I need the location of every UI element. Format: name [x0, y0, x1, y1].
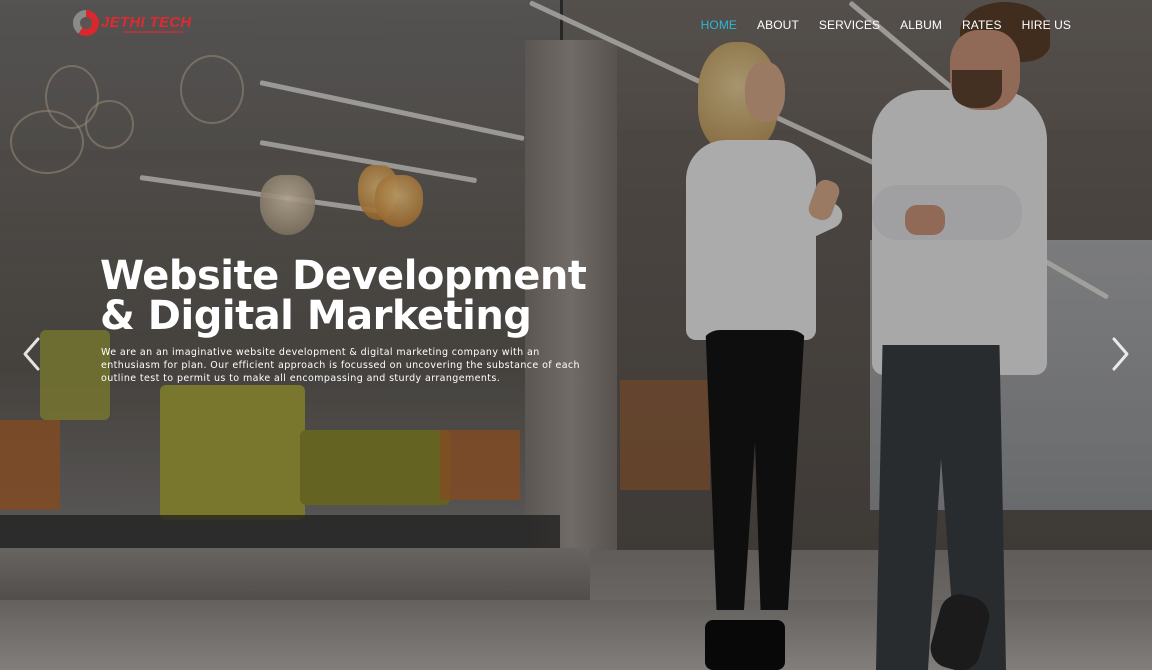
carousel-prev-button[interactable]: [20, 336, 44, 372]
brand-name: JETHI TECH: [101, 14, 192, 31]
logo-tagline-bar: [123, 31, 183, 33]
hero-title-line1: Website Development: [100, 253, 587, 299]
chevron-right-icon: [1112, 337, 1129, 371]
hero-description: We are an an imaginative website develop…: [101, 347, 580, 384]
hero-title: Website Development & Digital Marketing: [100, 256, 620, 336]
nav-item-home[interactable]: HOME: [701, 18, 737, 32]
brand-logo[interactable]: JETHI TECH: [73, 10, 193, 40]
nav-item-services[interactable]: SERVICES: [819, 18, 880, 32]
nav-item-rates[interactable]: RATES: [962, 18, 1002, 32]
hero-slider: JETHI TECH HOME ABOUT SERVICES ALBUM RAT…: [0, 0, 1152, 670]
site-header: JETHI TECH HOME ABOUT SERVICES ALBUM RAT…: [0, 0, 1152, 50]
nav-item-hire-us[interactable]: HIRE US: [1022, 18, 1071, 32]
chevron-left-icon: [23, 337, 40, 371]
hero-title-line2: & Digital Marketing: [100, 293, 532, 339]
nav-item-about[interactable]: ABOUT: [757, 18, 799, 32]
logo-icon: [73, 10, 99, 36]
carousel-next-button[interactable]: [1108, 336, 1132, 372]
nav-item-album[interactable]: ALBUM: [900, 18, 942, 32]
main-nav: HOME ABOUT SERVICES ALBUM RATES HIRE US: [701, 18, 1071, 32]
